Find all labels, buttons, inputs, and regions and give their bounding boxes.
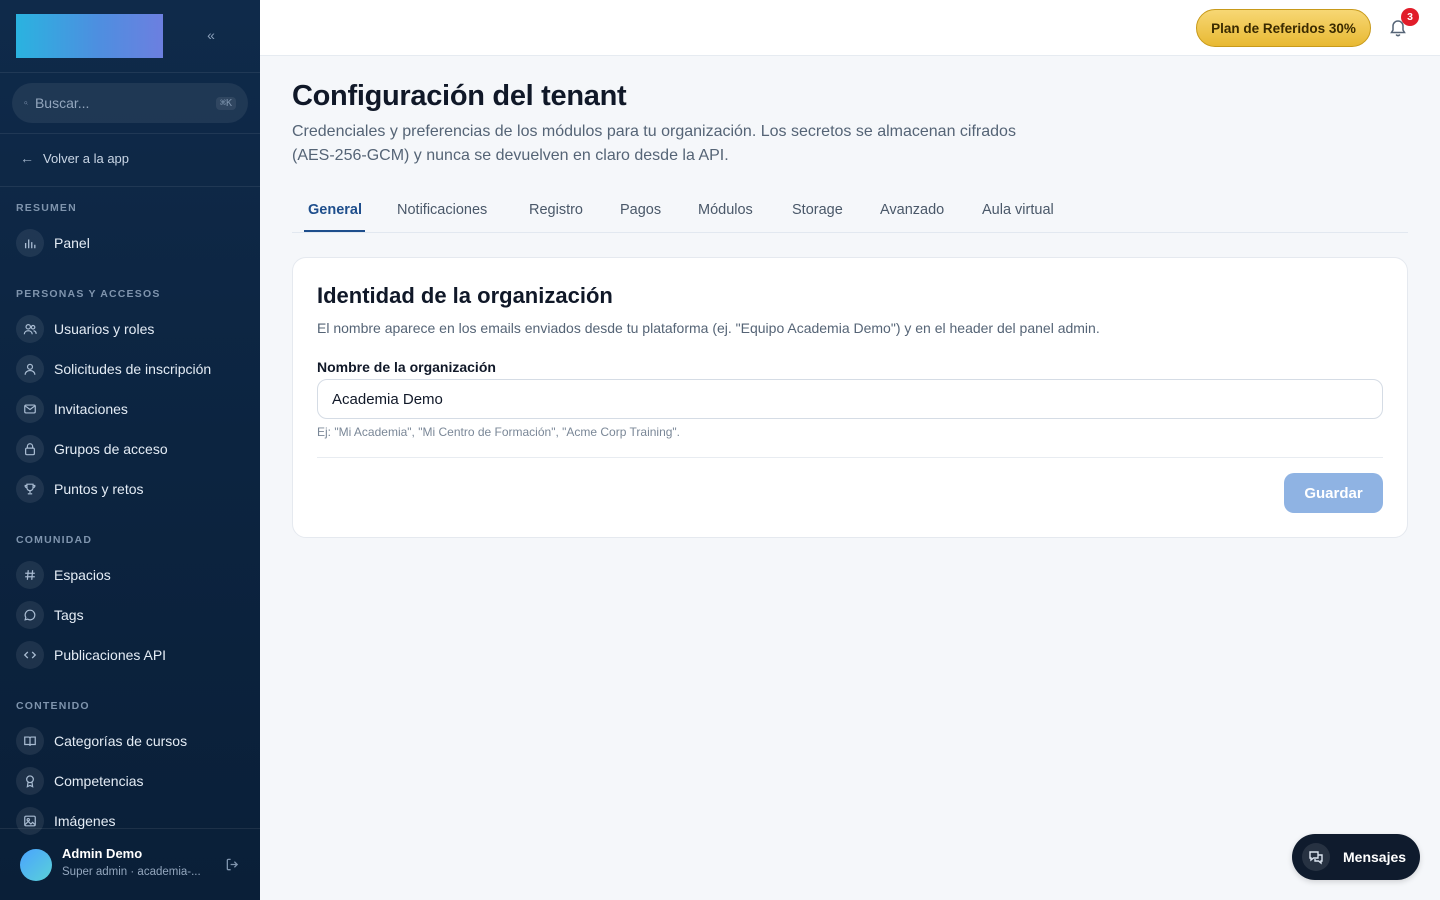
sidebar-item-panel[interactable]: Panel [16,229,90,257]
sidebar-item-grupos[interactable]: Grupos de acceso [16,435,168,463]
card-title: Identidad de la organización [317,283,613,308]
active-tab-indicator [304,230,365,232]
page-description: Credenciales y preferencias de los módul… [292,123,1016,164]
sidebar-item-label: Grupos de acceso [54,441,168,457]
organization-name-hint: Ej: "Mi Academia", "Mi Centro de Formaci… [317,425,681,439]
hash-icon [16,561,44,589]
search-icon [24,101,28,105]
brand-logo[interactable] [16,14,163,58]
sidebar-item-label: Usuarios y roles [54,321,155,337]
section-label-personas: PERSONAS Y ACCESOS [16,288,161,300]
divider [0,186,260,187]
back-label: Volver a la app [43,150,130,166]
messages-button[interactable]: Mensajes [1292,834,1420,880]
sidebar-item-label: Publicaciones API [54,647,167,663]
avatar [20,849,52,881]
tab-modulos[interactable]: Módulos [698,202,753,218]
search-shortcut: ⌘K [215,96,236,110]
settings-tabs: General Notificaciones Registro Pagos Mó… [292,192,1408,233]
users-icon [16,315,44,343]
sidebar-item-usuarios[interactable]: Usuarios y roles [16,315,154,343]
sidebar-item-label: Imágenes [54,813,116,829]
sidebar-item-label: Invitaciones [54,401,128,417]
search-input[interactable] [34,95,216,111]
organization-name-label: Nombre de la organización [317,359,496,375]
trophy-icon [16,475,44,503]
chat-bubble-icon [16,601,44,629]
user-role: Super admin · academia-... [62,866,201,878]
mail-icon [16,395,44,423]
code-icon [16,641,44,669]
collapse-sidebar-icon[interactable]: « [202,26,220,44]
referral-plan-button[interactable]: Plan de Referidos 30% [1196,9,1371,47]
sidebar-item-categorias[interactable]: Categorías de cursos [16,727,187,755]
chart-bars-icon [16,229,44,257]
sidebar-item-espacios[interactable]: Espacios [16,561,111,589]
user-name: Admin Demo [62,846,143,861]
user-profile[interactable]: Admin Demo Super admin · academia-... [0,828,260,900]
tab-notificaciones[interactable]: Notificaciones [397,202,487,218]
card-description: El nombre aparece en los emails enviados… [317,320,1100,336]
sidebar-item-label: Categorías de cursos [54,733,188,749]
arrow-left-icon: ← [20,150,34,166]
sidebar-item-label: Panel [54,235,90,251]
divider [317,457,1383,458]
sidebar-item-label: Tags [54,607,84,623]
logout-icon[interactable] [225,857,240,872]
sidebar-item-publicaciones-api[interactable]: Publicaciones API [16,641,166,669]
tab-aula-virtual[interactable]: Aula virtual [982,202,1054,218]
notification-badge: 3 [1401,8,1419,26]
sidebar-item-label: Puntos y retos [54,481,144,497]
user-icon [16,355,44,383]
sidebar-item-puntos[interactable]: Puntos y retos [16,475,144,503]
tab-general[interactable]: General [308,202,362,218]
tab-storage[interactable]: Storage [792,202,843,218]
sidebar-item-label: Solicitudes de inscripción [54,361,212,377]
tab-avanzado[interactable]: Avanzado [880,202,944,218]
sidebar: « ⌘K ← Volver a la app RESUMEN Panel PER… [0,0,260,900]
award-icon [16,767,44,795]
search-box[interactable]: ⌘K [12,83,248,123]
book-icon [16,727,44,755]
divider [0,133,260,134]
sidebar-item-competencias[interactable]: Competencias [16,767,144,795]
sidebar-item-solicitudes[interactable]: Solicitudes de inscripción [16,355,211,383]
sidebar-item-label: Competencias [54,773,144,789]
back-to-app-link[interactable]: ← Volver a la app [20,150,129,166]
sidebar-item-invitaciones[interactable]: Invitaciones [16,395,128,423]
lock-icon [16,435,44,463]
divider [0,72,260,73]
section-label-contenido: CONTENIDO [16,700,90,712]
save-button[interactable]: Guardar [1284,473,1383,513]
sidebar-item-tags[interactable]: Tags [16,601,84,629]
tab-registro[interactable]: Registro [529,202,583,218]
organization-name-input[interactable] [317,379,1383,419]
tab-pagos[interactable]: Pagos [620,202,661,218]
organization-identity-card: Identidad de la organización El nombre a… [292,257,1408,538]
topbar: Plan de Referidos 30% 3 [260,0,1440,56]
section-label-resumen: RESUMEN [16,202,77,214]
page-title: Configuración del tenant [292,80,627,112]
messages-label: Mensajes [1343,849,1407,865]
messages-icon [1302,843,1330,871]
section-label-comunidad: COMUNIDAD [16,534,93,546]
sidebar-item-label: Espacios [54,567,111,583]
